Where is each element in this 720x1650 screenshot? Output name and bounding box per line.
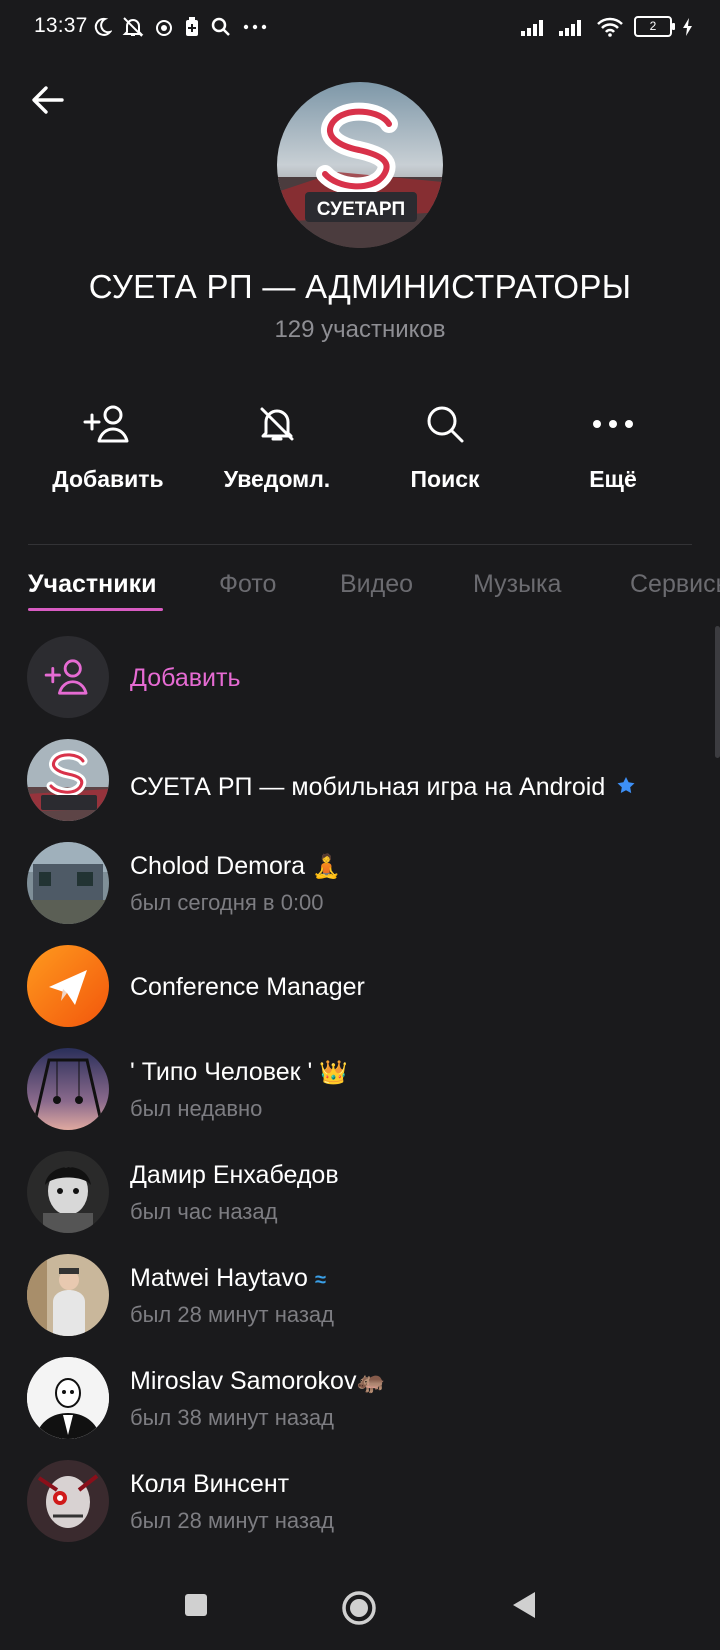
member-status: был 38 минут назад xyxy=(130,1405,334,1430)
add-user-icon xyxy=(44,659,88,695)
app-icon xyxy=(156,20,172,36)
more-icon xyxy=(243,24,267,30)
action-more-label: Ещё xyxy=(589,466,637,492)
member-status: был 28 минут назад xyxy=(130,1508,334,1533)
tab-services[interactable]: Сервисы xyxy=(630,570,720,599)
recents-button[interactable] xyxy=(183,1592,209,1618)
member-name: Коля Винсент xyxy=(130,1470,290,1498)
member-row[interactable]: Miroslav Samorokov🦛 был 38 минут назад xyxy=(0,1357,720,1453)
avatar xyxy=(27,739,109,821)
divider xyxy=(28,544,692,545)
member-row[interactable]: Коля Винсент был 28 минут назад xyxy=(0,1460,720,1556)
hippo-emoji-icon: 🦛 xyxy=(356,1368,386,1394)
action-bar: Добавить Уведомл. Поиск Ещё xyxy=(0,398,720,498)
action-notifications-label: Уведомл. xyxy=(223,466,331,492)
wifi-icon xyxy=(597,17,623,37)
member-name: Cholod Demora 🧘 xyxy=(130,852,341,880)
member-row[interactable]: ' Типо Человек ' 👑 был недавно xyxy=(0,1048,720,1144)
tab-photos[interactable]: Фото xyxy=(219,570,276,599)
paper-plane-icon xyxy=(49,970,87,1005)
avatar xyxy=(27,1357,109,1439)
member-row[interactable]: Cholod Demora 🧘 был сегодня в 0:00 xyxy=(0,842,720,938)
avatar xyxy=(27,1151,109,1233)
tab-members[interactable]: Участники xyxy=(28,570,156,599)
battery-icon: 2 xyxy=(634,16,675,37)
signal-icon xyxy=(521,19,543,36)
group-title: СУЕТА РП — АДМИНИСТРАТОРЫ xyxy=(88,268,632,305)
action-notifications-button[interactable]: Уведомл. xyxy=(193,398,361,493)
avatar xyxy=(27,945,109,1027)
bell-off-icon xyxy=(260,407,294,441)
avatar xyxy=(27,1048,109,1130)
crown-emoji-icon: 👑 xyxy=(319,1059,348,1085)
meditation-emoji-icon: 🧘 xyxy=(312,853,341,879)
member-status: был сегодня в 0:00 xyxy=(130,890,324,915)
action-more-button[interactable]: Ещё xyxy=(529,398,697,493)
tab-videos[interactable]: Видео xyxy=(340,570,413,599)
avatar xyxy=(27,1460,109,1542)
back-nav-button[interactable] xyxy=(511,1590,537,1620)
member-name: Conference Manager xyxy=(130,973,365,1001)
action-add-button[interactable]: Добавить xyxy=(24,398,192,493)
action-add-label: Добавить xyxy=(52,466,164,492)
member-row[interactable]: Дамир Енхабедов был час назад xyxy=(0,1151,720,1247)
add-member-avatar xyxy=(27,636,109,718)
signal-icon xyxy=(559,19,581,36)
verified-star-icon xyxy=(617,777,635,794)
bell-off-icon xyxy=(122,17,144,37)
search-icon xyxy=(427,406,464,443)
charging-icon xyxy=(683,17,692,36)
add-member-row[interactable]: Добавить xyxy=(0,636,720,732)
avatar xyxy=(27,842,109,924)
add-member-label: Добавить xyxy=(130,664,241,692)
member-name: СУЕТА РП — мобильная игра на Android xyxy=(130,773,636,802)
system-nav-bar xyxy=(0,1568,720,1650)
member-status: был 28 минут назад xyxy=(130,1302,334,1327)
member-name: ' Типо Человек ' 👑 xyxy=(130,1058,348,1086)
member-count: 129 участников xyxy=(274,316,446,343)
back-button[interactable] xyxy=(26,78,70,122)
status-time: 13:37 xyxy=(34,14,88,37)
search-icon xyxy=(211,17,230,36)
member-row[interactable]: СУЕТА РП — мобильная игра на Android xyxy=(0,739,720,835)
member-name: Miroslav Samorokov🦛 xyxy=(130,1367,386,1395)
action-search-label: Поиск xyxy=(410,466,480,492)
tab-music[interactable]: Музыка xyxy=(473,570,561,599)
home-button[interactable] xyxy=(341,1590,377,1626)
battery-saver-icon xyxy=(186,17,198,36)
zenit-logo-icon: ≈ xyxy=(314,1269,326,1291)
arrow-left-icon xyxy=(32,86,64,114)
member-name: Matwei Haytavo ≈ xyxy=(130,1264,326,1292)
member-name: Дамир Енхабедов xyxy=(130,1161,339,1189)
avatar xyxy=(27,1254,109,1336)
moon-icon xyxy=(94,17,112,36)
member-status: был час назад xyxy=(130,1199,278,1224)
more-icon xyxy=(593,420,633,428)
avatar-logo-text: СУЕТАРП xyxy=(317,199,405,220)
active-tab-indicator xyxy=(28,608,163,611)
add-user-icon xyxy=(83,405,129,443)
member-row[interactable]: Matwei Haytavo ≈ был 28 минут назад xyxy=(0,1254,720,1350)
tab-bar: Участники Фото Видео Музыка Сервисы xyxy=(0,570,720,620)
member-row[interactable]: Conference Manager xyxy=(0,945,720,1041)
action-search-button[interactable]: Поиск xyxy=(361,398,529,493)
member-status: был недавно xyxy=(130,1096,263,1121)
status-bar: 13:37 2 xyxy=(0,0,720,56)
group-avatar[interactable]: СУЕТАРП xyxy=(277,82,443,248)
